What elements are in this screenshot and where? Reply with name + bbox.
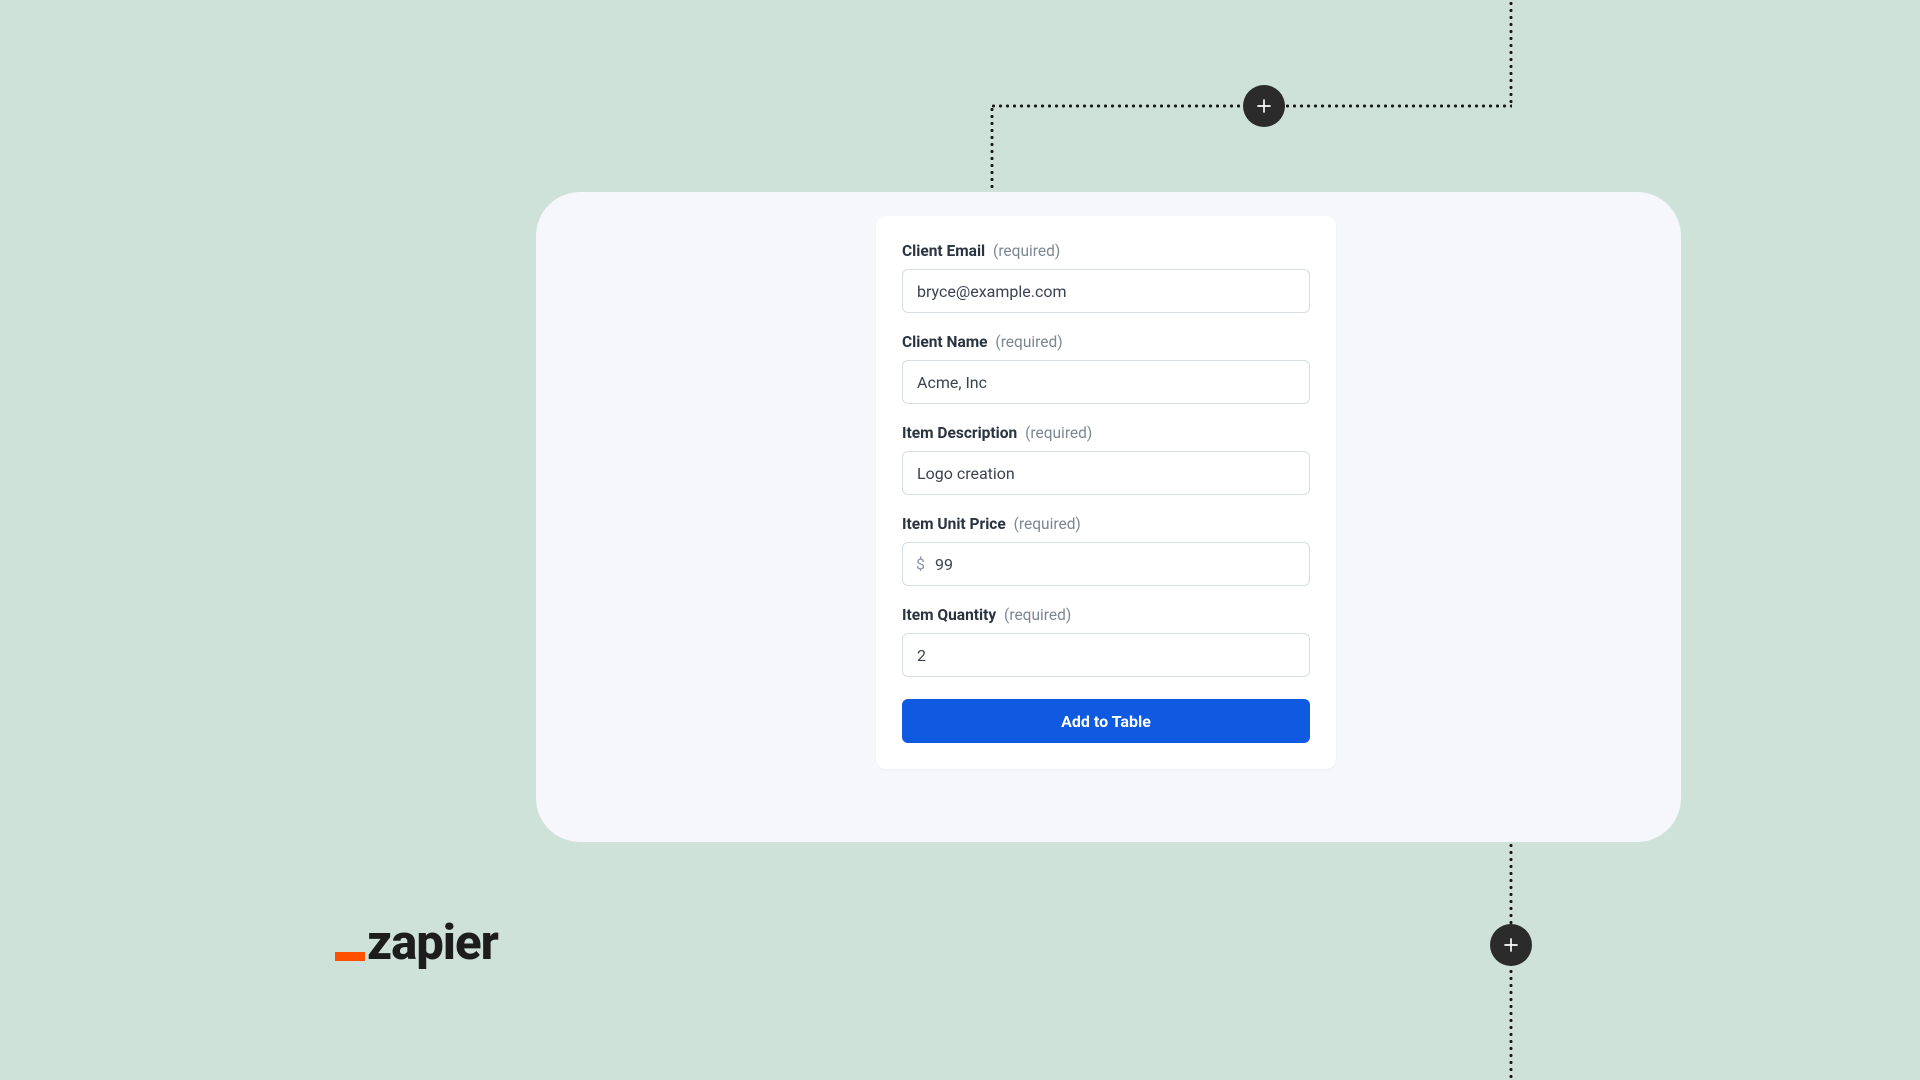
field-item-unit-price: Item Unit Price (required) $ [902, 515, 1310, 586]
field-item-quantity: Item Quantity (required) [902, 606, 1310, 677]
zapier-logo: zapier [335, 918, 498, 967]
client-email-input[interactable] [902, 269, 1310, 313]
field-label: Item Description (required) [902, 424, 1310, 442]
item-unit-price-input[interactable] [902, 542, 1310, 586]
item-quantity-input[interactable] [902, 633, 1310, 677]
connector-line [1509, 0, 1513, 106]
field-label: Item Unit Price (required) [902, 515, 1310, 533]
item-description-input[interactable] [902, 451, 1310, 495]
label-required: (required) [1025, 424, 1092, 442]
field-label: Item Quantity (required) [902, 606, 1310, 624]
field-label: Client Email (required) [902, 242, 1310, 260]
label-text: Client Email [902, 242, 985, 260]
add-step-button[interactable] [1243, 85, 1285, 127]
label-required: (required) [1014, 515, 1081, 533]
logo-wordmark: zapier [367, 918, 498, 967]
label-required: (required) [993, 242, 1060, 260]
label-text: Item Unit Price [902, 515, 1006, 533]
form-panel: Client Email (required) Client Name (req… [876, 216, 1336, 769]
label-text: Client Name [902, 333, 988, 351]
label-text: Item Description [902, 424, 1017, 442]
field-label: Client Name (required) [902, 333, 1310, 351]
plus-icon [1255, 97, 1273, 115]
label-required: (required) [995, 333, 1062, 351]
plus-icon [1502, 936, 1520, 954]
add-step-button[interactable] [1490, 924, 1532, 966]
price-input-wrap: $ [902, 542, 1310, 586]
label-required: (required) [1004, 606, 1071, 624]
add-to-table-button[interactable]: Add to Table [902, 699, 1310, 743]
connector-line [990, 106, 994, 194]
field-client-name: Client Name (required) [902, 333, 1310, 404]
label-text: Item Quantity [902, 606, 996, 624]
field-item-description: Item Description (required) [902, 424, 1310, 495]
field-client-email: Client Email (required) [902, 242, 1310, 313]
client-name-input[interactable] [902, 360, 1310, 404]
logo-underscore [335, 952, 365, 961]
